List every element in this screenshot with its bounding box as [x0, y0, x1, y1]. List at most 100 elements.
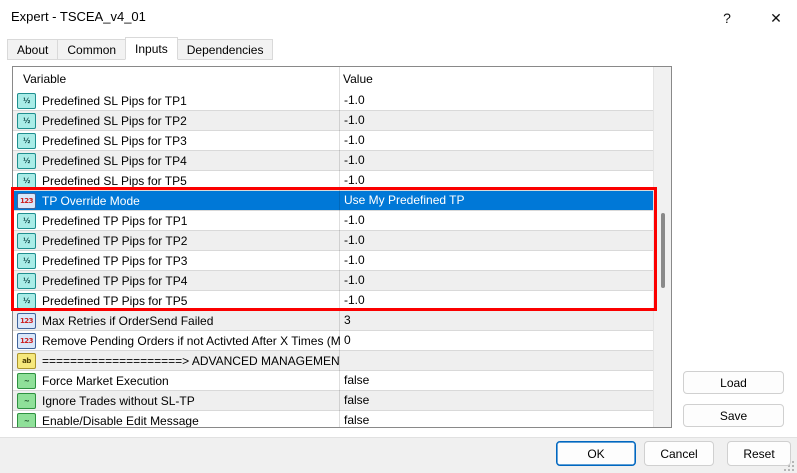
table-row[interactable]: 123 Remove Pending Orders if not Activted…: [13, 331, 671, 351]
table-row[interactable]: ½ Predefined SL Pips for TP1 -1.0: [13, 91, 671, 111]
close-icon[interactable]: ✕: [763, 6, 789, 30]
variable-cell[interactable]: ½Predefined TP Pips for TP1: [13, 211, 340, 230]
variable-cell[interactable]: ½ Predefined SL Pips for TP5: [13, 171, 340, 190]
reset-button[interactable]: Reset: [727, 441, 791, 466]
tab-about[interactable]: About: [7, 39, 58, 60]
value-cell[interactable]: -1.0: [340, 291, 656, 310]
value-cell[interactable]: [340, 351, 656, 370]
variable-label: Max Retries if OrderSend Failed: [42, 314, 213, 328]
value-cell[interactable]: -1.0: [340, 271, 656, 290]
value-cell[interactable]: -1.0: [340, 171, 656, 190]
string-type-icon: ab: [17, 353, 36, 369]
table-row[interactable]: 123 Max Retries if OrderSend Failed 3: [13, 311, 671, 331]
value-cell[interactable]: Use My Predefined TP: [340, 191, 656, 210]
variable-label: Predefined SL Pips for TP3: [42, 134, 187, 148]
bool-type-icon: ~: [17, 373, 36, 389]
value-cell[interactable]: -1.0: [340, 251, 656, 270]
double-type-icon: ½: [17, 173, 36, 189]
variable-cell[interactable]: 123 Max Retries if OrderSend Failed: [13, 311, 340, 330]
variable-cell[interactable]: ½ Predefined SL Pips for TP1: [13, 91, 340, 110]
variable-cell[interactable]: ½ Predefined SL Pips for TP3: [13, 131, 340, 150]
double-type-icon: ½: [17, 93, 36, 109]
scrollbar[interactable]: [653, 67, 671, 427]
variable-label: Predefined SL Pips for TP2: [42, 114, 187, 128]
variable-label: Predefined TP Pips for TP4: [42, 274, 187, 288]
variable-cell[interactable]: ~ Enable/Disable Edit Message: [13, 411, 340, 428]
double-type-icon: ½: [17, 113, 36, 129]
save-button[interactable]: Save: [683, 404, 784, 427]
value-cell[interactable]: false: [340, 411, 656, 428]
double-type-icon: ½: [17, 213, 36, 229]
value-cell[interactable]: false: [340, 371, 656, 390]
variable-label: Predefined SL Pips for TP1: [42, 94, 187, 108]
variable-label: Predefined SL Pips for TP5: [42, 174, 187, 188]
load-button[interactable]: Load: [683, 371, 784, 394]
value-cell[interactable]: -1.0: [340, 151, 656, 170]
variable-cell[interactable]: 123 Remove Pending Orders if not Activted…: [13, 331, 340, 350]
table-row[interactable]: ½ Predefined TP Pips for TP3 -1.0: [13, 251, 671, 271]
scrollbar-thumb[interactable]: [661, 213, 665, 288]
table-header: Variable Value: [13, 67, 671, 91]
tab-common[interactable]: Common: [57, 39, 126, 60]
value-cell[interactable]: false: [340, 391, 656, 410]
cancel-button[interactable]: Cancel: [644, 441, 714, 466]
help-icon[interactable]: ?: [714, 6, 740, 30]
bool-type-icon: ~: [17, 413, 36, 429]
variable-cell[interactable]: ~Force Market Execution: [13, 371, 340, 390]
value-cell[interactable]: 3: [340, 311, 656, 330]
variable-label: Predefined SL Pips for TP4: [42, 154, 187, 168]
tab-inputs[interactable]: Inputs: [125, 37, 178, 60]
column-divider[interactable]: [339, 67, 340, 427]
table-row[interactable]: 123TP Override ModeUse My Predefined TP: [13, 191, 671, 211]
window-title: Expert - TSCEA_v4_01: [11, 9, 146, 24]
table-row[interactable]: ~ Enable/Disable Edit Message false: [13, 411, 671, 428]
double-type-icon: ½: [17, 133, 36, 149]
variable-label: Enable/Disable Edit Message: [42, 414, 199, 428]
value-cell[interactable]: -1.0: [340, 231, 656, 250]
expert-properties-dialog: Expert - TSCEA_v4_01 ? ✕ AboutCommonInpu…: [0, 0, 797, 473]
double-type-icon: ½: [17, 253, 36, 269]
variable-label: Ignore Trades without SL-TP: [42, 394, 195, 408]
double-type-icon: ½: [17, 293, 36, 309]
value-cell[interactable]: -1.0: [340, 211, 656, 230]
tab-strip: AboutCommonInputsDependencies: [7, 37, 272, 60]
table-row[interactable]: ~ Ignore Trades without SL-TP false: [13, 391, 671, 411]
table-row[interactable]: ½Predefined SL Pips for TP4-1.0: [13, 151, 671, 171]
variable-cell[interactable]: ½ Predefined TP Pips for TP3: [13, 251, 340, 270]
integer-type-icon: 123: [17, 313, 36, 329]
ok-button[interactable]: OK: [556, 441, 636, 466]
table-body: ½Predefined SL Pips for TP1-1.0½Predefin…: [13, 91, 671, 428]
variable-cell[interactable]: ½Predefined TP Pips for TP4: [13, 271, 340, 290]
table-row[interactable]: ½Predefined TP Pips for TP2-1.0: [13, 231, 671, 251]
variable-cell[interactable]: ~ Ignore Trades without SL-TP: [13, 391, 340, 410]
table-row[interactable]: ~Force Market Executionfalse: [13, 371, 671, 391]
value-cell[interactable]: 0: [340, 331, 656, 350]
title-bar: Expert - TSCEA_v4_01 ? ✕: [0, 0, 797, 36]
variable-cell[interactable]: ½ Predefined SL Pips for TP2: [13, 111, 340, 130]
table-row[interactable]: ½Predefined TP Pips for TP1-1.0: [13, 211, 671, 231]
table-row[interactable]: ½ Predefined SL Pips for TP5 -1.0: [13, 171, 671, 191]
inputs-table: Variable Value ½Predefined SL Pips for T…: [12, 66, 672, 428]
variable-cell[interactable]: ab ====================> ADVANCED MANAGEM…: [13, 351, 340, 370]
value-cell[interactable]: -1.0: [340, 131, 656, 150]
value-cell[interactable]: -1.0: [340, 111, 656, 130]
table-row[interactable]: ab ====================> ADVANCED MANAGEM…: [13, 351, 671, 371]
variable-label: ====================> ADVANCED MANAGEMEN…: [42, 354, 340, 368]
column-header-value: Value: [343, 67, 373, 91]
bool-type-icon: ~: [17, 393, 36, 409]
value-cell[interactable]: -1.0: [340, 91, 656, 110]
variable-cell[interactable]: ½Predefined TP Pips for TP2: [13, 231, 340, 250]
double-type-icon: ½: [17, 233, 36, 249]
variable-cell[interactable]: 123TP Override Mode: [13, 191, 340, 210]
table-row[interactable]: ½Predefined TP Pips for TP4-1.0: [13, 271, 671, 291]
tab-dependencies[interactable]: Dependencies: [177, 39, 274, 60]
table-row[interactable]: ½ Predefined SL Pips for TP3 -1.0: [13, 131, 671, 151]
integer-type-icon: 123: [17, 333, 36, 349]
variable-cell[interactable]: ½Predefined TP Pips for TP5: [13, 291, 340, 310]
variable-cell[interactable]: ½Predefined SL Pips for TP4: [13, 151, 340, 170]
variable-label: TP Override Mode: [42, 194, 140, 208]
variable-label: Predefined TP Pips for TP3: [42, 254, 187, 268]
table-row[interactable]: ½Predefined TP Pips for TP5-1.0: [13, 291, 671, 311]
table-row[interactable]: ½ Predefined SL Pips for TP2 -1.0: [13, 111, 671, 131]
variable-label: Remove Pending Orders if not Activted Af…: [42, 334, 340, 348]
